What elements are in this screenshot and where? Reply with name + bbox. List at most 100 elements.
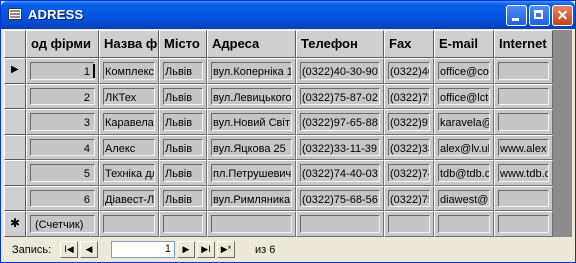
table-cell[interactable] — [494, 58, 553, 84]
first-record-button[interactable]: I◀ — [60, 241, 78, 258]
table-cell[interactable]: alex@lv.uk — [434, 134, 494, 160]
table-cell[interactable]: (0322)40-30-90 — [296, 58, 384, 84]
row-selector[interactable] — [4, 160, 26, 186]
cell-text: Львів — [165, 91, 193, 104]
minimize-button[interactable] — [506, 5, 527, 26]
cell-field[interactable] — [388, 215, 430, 233]
table-cell[interactable]: вул.Римляника — [207, 185, 296, 211]
table-cell[interactable]: вул.Левицького — [207, 83, 296, 109]
new-row-cell[interactable] — [296, 211, 384, 237]
cell-field[interactable] — [498, 62, 549, 80]
new-row-cell[interactable] — [434, 211, 494, 237]
current-record-field[interactable]: 1 — [111, 241, 175, 258]
cell-field[interactable] — [211, 215, 292, 233]
table-cell[interactable]: Львів — [159, 58, 207, 84]
new-row-cell[interactable] — [494, 211, 553, 237]
table-cell[interactable]: (0322)75 — [384, 185, 434, 211]
column-header-name[interactable]: Назва ф — [99, 30, 159, 58]
new-row-cell[interactable] — [207, 211, 296, 237]
table-cell[interactable]: вул.Коперніка 1 — [207, 58, 296, 84]
table-cell[interactable]: Діавест-Лі — [99, 185, 159, 211]
cell-field[interactable] — [103, 215, 155, 233]
table-cell[interactable]: 2 — [26, 83, 99, 109]
table-cell[interactable]: 1 — [26, 58, 99, 84]
row-selector[interactable]: ▶ — [4, 58, 26, 84]
table-cell[interactable]: вул.Яцкова 25 — [207, 134, 296, 160]
new-row-cell[interactable]: (Счетчик) — [26, 211, 99, 237]
table-cell[interactable]: Техніка дл — [99, 160, 159, 186]
table-cell[interactable]: office@com — [434, 58, 494, 84]
new-row-cell[interactable] — [159, 211, 207, 237]
table-cell[interactable]: пл.Петрушевич — [207, 160, 296, 186]
cell-field[interactable] — [498, 189, 549, 207]
table-cell[interactable]: (0322)33 — [384, 134, 434, 160]
table-cell[interactable]: (0322)97 — [384, 109, 434, 135]
row-selector[interactable] — [4, 134, 26, 160]
cell-field[interactable] — [498, 87, 549, 105]
column-header-email[interactable]: E-mail — [434, 30, 494, 58]
table-cell[interactable]: Комплекс — [99, 58, 159, 84]
cell-field[interactable] — [300, 215, 380, 233]
row-selector[interactable] — [4, 185, 26, 211]
table-cell[interactable]: (0322)33-11-39 — [296, 134, 384, 160]
table-cell[interactable]: Львів — [159, 134, 207, 160]
table-cell[interactable]: Львів — [159, 160, 207, 186]
column-header-internet[interactable]: Internet — [494, 30, 553, 58]
text-cursor — [93, 64, 95, 78]
table-cell[interactable]: tdb@tdb.co — [434, 160, 494, 186]
column-header-phone[interactable]: Телефон — [296, 30, 384, 58]
table-cell[interactable] — [494, 185, 553, 211]
table-cell[interactable]: www.tdb.c — [494, 160, 553, 186]
table-cell[interactable]: вул.Новий Світ — [207, 109, 296, 135]
table-cell[interactable]: karavela@l — [434, 109, 494, 135]
table-cell[interactable]: 4 — [26, 134, 99, 160]
cell-text: 2 — [83, 91, 90, 104]
new-record-button[interactable]: ▶* — [217, 241, 235, 258]
close-button[interactable] — [552, 5, 573, 26]
table-cell[interactable]: office@lcte — [434, 83, 494, 109]
table-cell[interactable]: (0322)40 — [384, 58, 434, 84]
table-cell[interactable]: (0322)74 — [384, 160, 434, 186]
table-cell[interactable] — [494, 109, 553, 135]
previous-record-button[interactable]: ◀ — [80, 241, 98, 258]
table-cell[interactable]: (0322)75-68-56 — [296, 185, 384, 211]
cell-field[interactable] — [438, 215, 490, 233]
column-header-address[interactable]: Адреса — [207, 30, 296, 58]
new-row-cell[interactable] — [384, 211, 434, 237]
table-cell[interactable]: diawest@ij — [434, 185, 494, 211]
table-cell[interactable]: (0322)74-40-03 — [296, 160, 384, 186]
table-cell[interactable]: 6 — [26, 185, 99, 211]
cell-field[interactable] — [498, 113, 549, 131]
table-cell[interactable]: (0322)75 — [384, 83, 434, 109]
new-row-cell[interactable] — [99, 211, 159, 237]
table-cell[interactable]: Каравела — [99, 109, 159, 135]
maximize-button[interactable] — [529, 5, 550, 26]
horizontal-scrollbar[interactable] — [317, 242, 569, 258]
table-cell[interactable]: (0322)75-87-02 — [296, 83, 384, 109]
cell-field[interactable] — [163, 215, 203, 233]
row-selector[interactable] — [4, 109, 26, 135]
select-all-corner[interactable] — [4, 30, 26, 58]
table-cell[interactable]: Алекс — [99, 134, 159, 160]
table-cell[interactable]: 5 — [26, 160, 99, 186]
table-cell[interactable] — [494, 83, 553, 109]
table-cell[interactable]: 3 — [26, 109, 99, 135]
table-cell[interactable]: Львів — [159, 109, 207, 135]
cell-field[interactable] — [498, 215, 549, 233]
table-cell[interactable]: Львів — [159, 185, 207, 211]
column-header-city[interactable]: Місто — [159, 30, 207, 58]
table-cell[interactable]: (0322)97-65-88 — [296, 109, 384, 135]
row-selector[interactable]: ✱ — [4, 211, 26, 237]
column-header-id[interactable]: од фірми — [26, 30, 99, 58]
table-cell[interactable]: Львів — [159, 83, 207, 109]
table-cell[interactable]: www.alex — [494, 134, 553, 160]
last-record-button[interactable]: ▶I — [197, 241, 215, 258]
next-record-button[interactable]: ▶ — [177, 241, 195, 258]
table-cell[interactable]: ЛКТех — [99, 83, 159, 109]
title-bar[interactable]: ADRESS — [1, 1, 575, 29]
cell-text: (0322)40-30-90 — [302, 66, 378, 78]
cell-text: (0322)75-68-56 — [302, 193, 378, 206]
row-selector[interactable] — [4, 83, 26, 109]
cell-text: (0322)33-11-39 — [302, 142, 378, 155]
column-header-fax[interactable]: Fax — [384, 30, 434, 58]
